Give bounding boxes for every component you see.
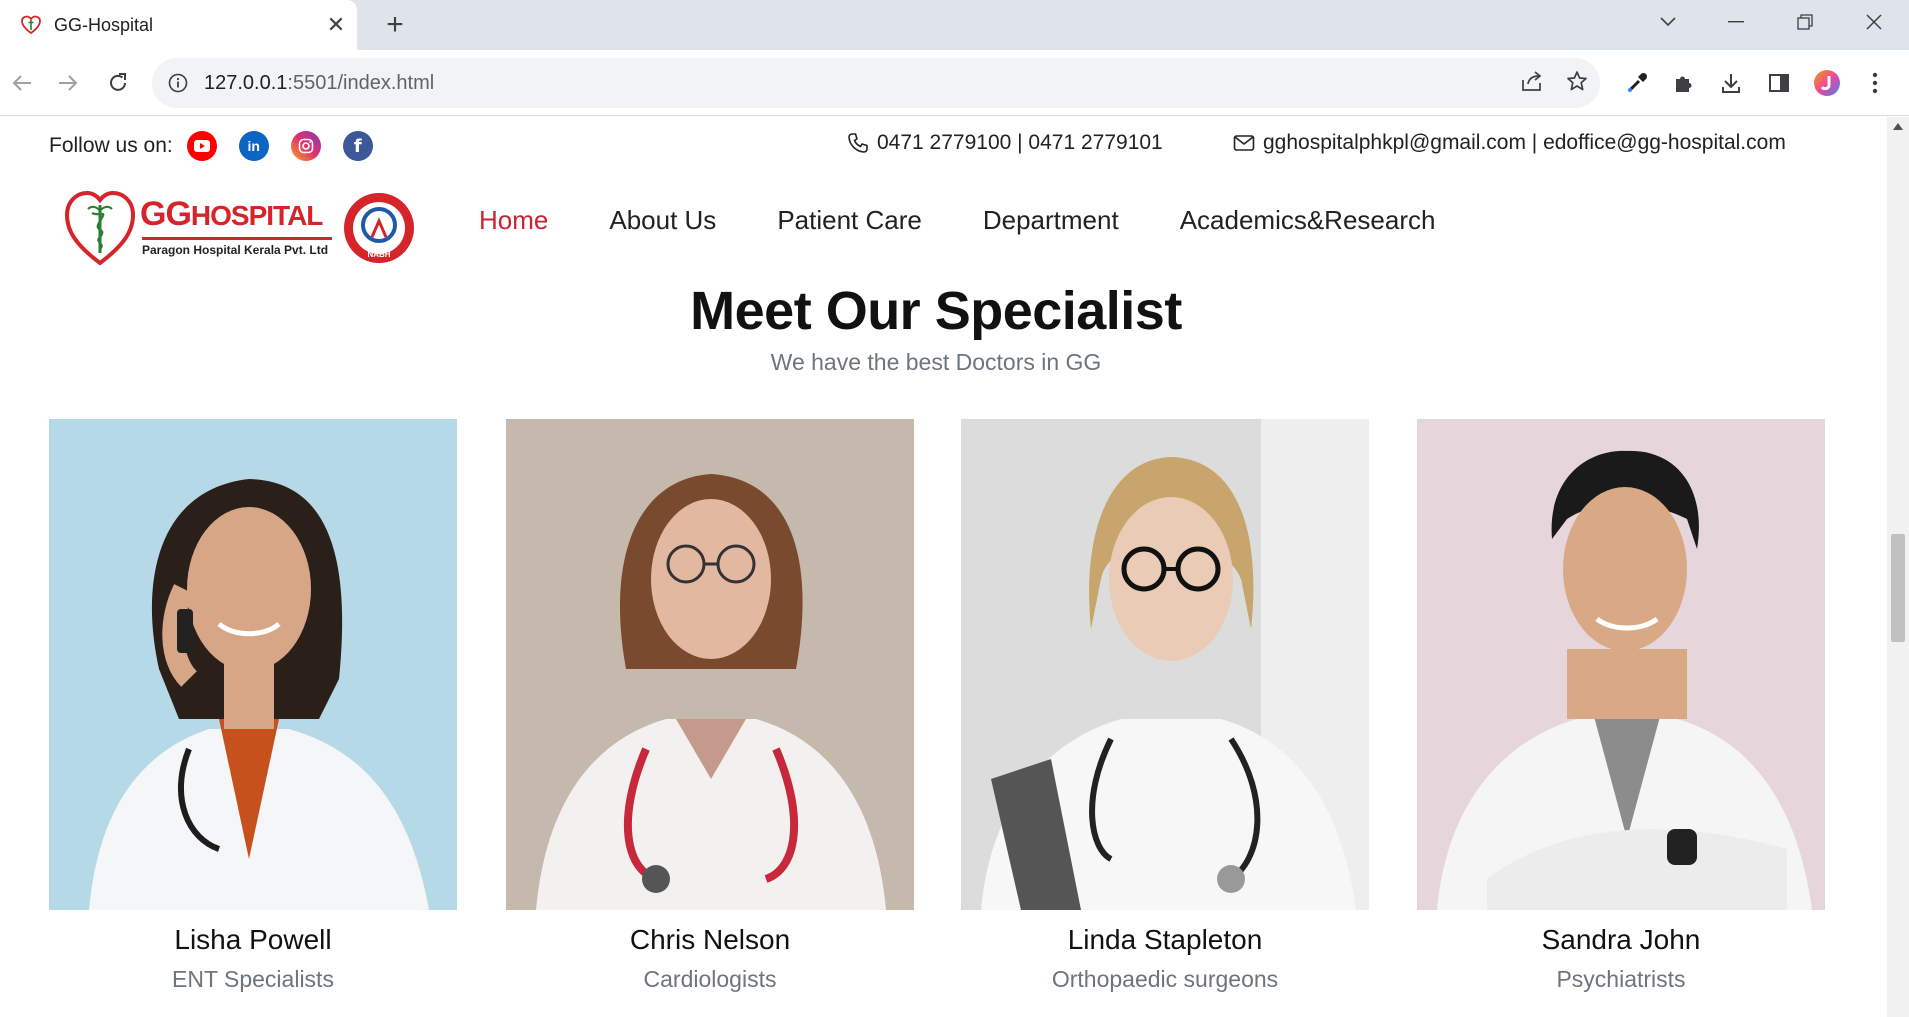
restore-icon[interactable] <box>1776 0 1834 44</box>
url-host: 127.0.0.1 <box>204 71 288 94</box>
eyedropper-extension-icon[interactable] <box>1618 64 1656 102</box>
doctor-name: Chris Nelson <box>629 924 791 955</box>
linkedin-icon[interactable]: in <box>238 131 269 161</box>
follow-label: Follow us on: <box>49 134 173 157</box>
logo-heart-icon <box>64 190 136 266</box>
doctor-photo <box>49 419 457 910</box>
profile-avatar-icon[interactable] <box>1808 64 1846 102</box>
close-window-icon[interactable] <box>1845 0 1903 44</box>
share-icon[interactable] <box>1520 70 1544 97</box>
browser-tab[interactable]: GG-Hospital ✕ <box>0 0 357 50</box>
phone-numbers[interactable]: 0471 2779100 | 0471 2779101 <box>877 131 1163 155</box>
url-path: :5501/index.html <box>287 71 435 94</box>
phone-icon <box>848 133 868 153</box>
bookmark-star-icon[interactable] <box>1566 70 1588 97</box>
site-info-icon[interactable] <box>152 73 204 93</box>
address-bar[interactable]: 127.0.0.1:5501/index.html <box>152 58 1600 108</box>
logo-subtitle: Paragon Hospital Kerala Pvt. Ltd <box>142 243 329 257</box>
browser-menu-icon[interactable] <box>1856 64 1894 102</box>
email-addresses[interactable]: gghospitalphkpl@gmail.com | edoffice@gg-… <box>1263 131 1786 155</box>
doctor-name: Linda Stapleton <box>1067 924 1263 955</box>
svg-text:NABH: NABH <box>367 250 390 259</box>
page-scrollbar[interactable] <box>1887 117 1909 1017</box>
doctor-role: ENT Specialists <box>172 966 334 992</box>
doctor-name: Sandra John <box>1541 924 1701 955</box>
tab-title: GG-Hospital <box>54 14 154 35</box>
instagram-icon[interactable] <box>290 131 321 161</box>
reload-icon[interactable] <box>99 64 137 102</box>
email-contact: gghospitalphkpl@gmail.com | edoffice@gg-… <box>1233 131 1786 155</box>
forward-icon[interactable] <box>49 64 87 102</box>
doctor-card[interactable]: Linda Stapleton Orthopaedic surgeons <box>961 419 1369 993</box>
download-icon[interactable] <box>1712 64 1750 102</box>
nav-department[interactable]: Department <box>983 205 1119 236</box>
doctor-photo <box>961 419 1369 910</box>
youtube-icon[interactable] <box>186 131 217 161</box>
url-text[interactable]: 127.0.0.1:5501/index.html <box>204 72 434 95</box>
nav-home[interactable]: Home <box>479 205 548 236</box>
nav-menu: Home About Us Patient Care Department Ac… <box>479 205 1496 236</box>
logo-wordmark: GGHOSPITAL <box>140 195 323 233</box>
tab-close-icon[interactable]: ✕ <box>315 4 357 46</box>
gg-hospital-logo[interactable]: GGHOSPITAL Paragon Hospital Kerala Pvt. … <box>64 187 416 269</box>
nav-about-us[interactable]: About Us <box>609 205 716 236</box>
browser-toolbar: 127.0.0.1:5501/index.html <box>0 50 1909 116</box>
scroll-thumb[interactable] <box>1891 534 1905 642</box>
phone-contact: 0471 2779100 | 0471 2779101 <box>847 131 1163 155</box>
section-subtitle: We have the best Doctors in GG <box>770 349 1102 375</box>
tab-search-icon[interactable] <box>1639 0 1697 44</box>
doctor-photo <box>506 419 914 910</box>
doctor-role: Psychiatrists <box>1556 966 1686 992</box>
nav-academics-research[interactable]: Academics&Research <box>1180 205 1436 236</box>
doctor-card[interactable]: Sandra John Psychiatrists <box>1417 419 1825 993</box>
side-panel-icon[interactable] <box>1760 64 1798 102</box>
facebook-icon[interactable]: f <box>342 131 373 161</box>
back-icon[interactable] <box>3 64 41 102</box>
follow-us: Follow us on: in f <box>49 131 395 161</box>
page-viewport: Follow us on: in f 0471 2779100 | 0471 2… <box>0 117 1887 1017</box>
doctor-photo <box>1417 419 1825 910</box>
doctor-name: Lisha Powell <box>174 924 332 955</box>
contact-topbar: Follow us on: in f 0471 2779100 | 0471 2… <box>0 117 1887 167</box>
minimize-icon[interactable] <box>1707 0 1765 44</box>
logo-underline <box>142 237 332 240</box>
section-title: Meet Our Specialist <box>690 281 1182 341</box>
main-navbar: GGHOSPITAL Paragon Hospital Kerala Pvt. … <box>0 177 1887 277</box>
mail-icon <box>1233 135 1255 151</box>
hospital-favicon-icon <box>21 15 41 35</box>
doctor-card[interactable]: Chris Nelson Cardiologists <box>506 419 914 993</box>
browser-tabbar: GG-Hospital ✕ + <box>0 0 1909 50</box>
nabh-seal-icon: NABH <box>344 193 414 263</box>
doctor-card[interactable]: Lisha Powell ENT Specialists <box>49 419 457 993</box>
extensions-puzzle-icon[interactable] <box>1665 64 1703 102</box>
new-tab-icon[interactable]: + <box>378 8 412 42</box>
nav-patient-care[interactable]: Patient Care <box>777 205 922 236</box>
doctor-role: Cardiologists <box>643 966 777 992</box>
scroll-up-arrow-icon[interactable] <box>1893 123 1903 130</box>
doctor-role: Orthopaedic surgeons <box>1051 966 1279 992</box>
